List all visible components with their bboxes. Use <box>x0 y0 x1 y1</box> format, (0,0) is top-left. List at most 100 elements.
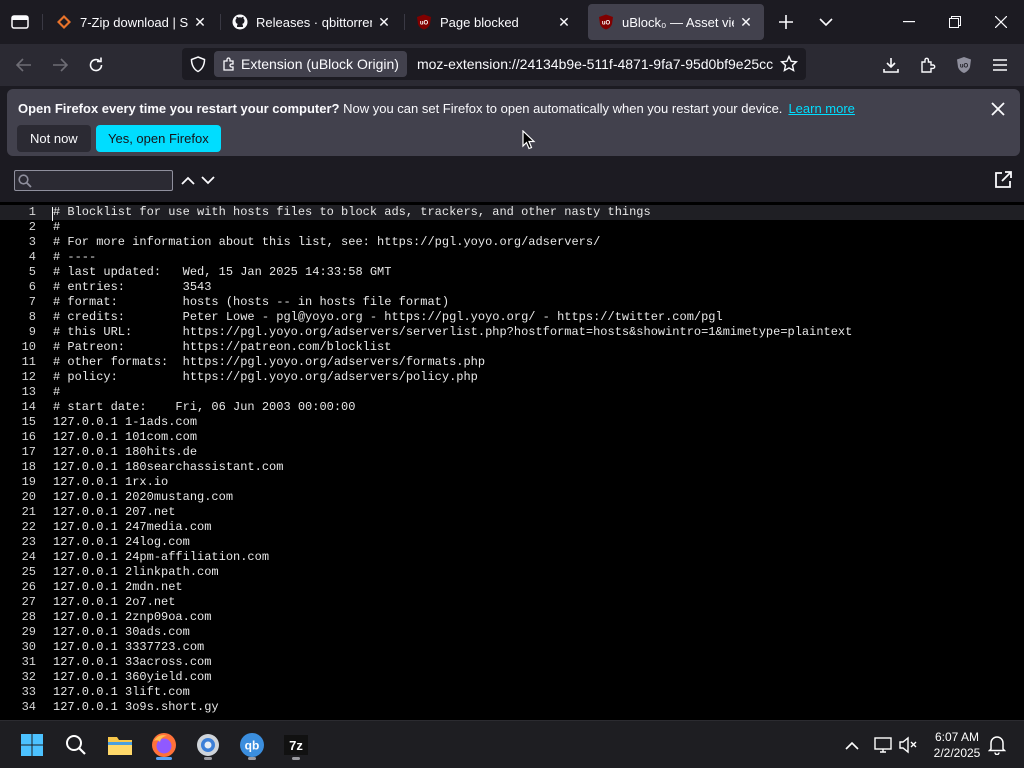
search-field[interactable] <box>14 170 173 191</box>
open-in-new-tab-button[interactable] <box>992 169 1014 191</box>
taskbar: qb 7z 6:07 AM 2/2/2025 <box>0 720 1024 768</box>
line-number: 6 <box>28 280 36 294</box>
back-button[interactable] <box>9 50 39 80</box>
network-status[interactable] <box>871 733 895 757</box>
line-number: 7 <box>28 295 36 309</box>
notification-message: Open Firefox every time you restart your… <box>18 101 855 116</box>
tab-page-blocked[interactable]: uO Page blocked ✕ <box>406 4 582 40</box>
code-line[interactable]: 17 127.0.0.1 180hits.de <box>0 445 1024 460</box>
code-line[interactable]: 21 127.0.0.1 207.net <box>0 505 1024 520</box>
code-line[interactable]: 20 127.0.0.1 2020mustang.com <box>0 490 1024 505</box>
code-line[interactable]: 34 127.0.0.1 3o9s.short.gy <box>0 700 1024 715</box>
find-previous-button[interactable] <box>179 171 197 189</box>
taskbar-search-button[interactable] <box>58 727 94 763</box>
code-line[interactable]: 29 127.0.0.1 30ads.com <box>0 625 1024 640</box>
learn-more-link[interactable]: Learn more <box>788 101 854 116</box>
code-line[interactable]: 11 # other formats: https://pgl.yoyo.org/… <box>0 355 1024 370</box>
star-icon[interactable] <box>780 55 798 73</box>
restore-button[interactable] <box>932 0 978 44</box>
search-input[interactable] <box>37 172 167 189</box>
code-line[interactable]: 30 127.0.0.1 3337723.com <box>0 640 1024 655</box>
code-line[interactable]: 26 127.0.0.1 2mdn.net <box>0 580 1024 595</box>
code-line[interactable]: 18 127.0.0.1 180searchassistant.com <box>0 460 1024 475</box>
close-icon[interactable]: ✕ <box>376 14 392 31</box>
line-text: # this URL: https://pgl.yoyo.org/adserve… <box>53 325 853 339</box>
close-icon[interactable]: ✕ <box>192 14 208 31</box>
menu-button[interactable] <box>985 50 1015 80</box>
code-line[interactable]: 16 127.0.0.1 101com.com <box>0 430 1024 445</box>
taskbar-qbittorrent[interactable]: qb <box>234 727 270 763</box>
code-line[interactable]: 5 # last updated: Wed, 15 Jan 2025 14:33:… <box>0 265 1024 280</box>
new-tab-button[interactable] <box>772 8 800 36</box>
code-line[interactable]: 15 127.0.0.1 1-1ads.com <box>0 415 1024 430</box>
minimize-button[interactable] <box>886 0 932 44</box>
code-line[interactable]: 10 # Patreon: https://patreon.com/blockli… <box>0 340 1024 355</box>
line-number: 3 <box>28 235 36 249</box>
tracking-protection-icon[interactable] <box>190 56 206 73</box>
code-line[interactable]: 19 127.0.0.1 1rx.io <box>0 475 1024 490</box>
code-line[interactable]: 1 # Blocklist for use with hosts files to… <box>0 205 1024 221</box>
mouse-pointer-icon <box>522 130 536 150</box>
notification-close-button[interactable] <box>988 99 1008 119</box>
code-line[interactable]: 7 # format: hosts (hosts -- in hosts file… <box>0 295 1024 310</box>
code-line[interactable]: 2 # <box>0 220 1024 235</box>
system-clock[interactable]: 6:07 AM 2/2/2025 <box>922 729 992 761</box>
code-line[interactable]: 14 # start date: Fri, 06 Jun 2003 00:00:0… <box>0 400 1024 415</box>
identity-box[interactable]: Extension (uBlock Origin) <box>214 51 407 77</box>
restore-icon <box>949 16 961 28</box>
firefox-view-button[interactable] <box>0 0 40 44</box>
code-line[interactable]: 13 # <box>0 385 1024 400</box>
extensions-button[interactable] <box>913 50 943 80</box>
code-line[interactable]: 8 # credits: Peter Lowe - pgl@yoyo.org - … <box>0 310 1024 325</box>
code-line[interactable]: 4 # ---- <box>0 250 1024 265</box>
code-line[interactable]: 28 127.0.0.1 2znp09oa.com <box>0 610 1024 625</box>
close-icon[interactable]: ✕ <box>556 14 572 31</box>
code-line[interactable]: 6 # entries: 3543 <box>0 280 1024 295</box>
download-icon <box>883 58 899 73</box>
close-window-button[interactable] <box>978 0 1024 44</box>
taskbar-app[interactable] <box>190 727 226 763</box>
forward-button[interactable] <box>45 50 75 80</box>
code-line[interactable]: 24 127.0.0.1 24pm-affiliation.com <box>0 550 1024 565</box>
7zip-favicon <box>56 14 72 30</box>
code-line[interactable]: 12 # policy: https://pgl.yoyo.org/adserve… <box>0 370 1024 385</box>
start-button[interactable] <box>14 727 50 763</box>
code-line[interactable]: 31 127.0.0.1 33across.com <box>0 655 1024 670</box>
volume-status[interactable] <box>896 733 920 757</box>
reload-button[interactable] <box>81 50 111 80</box>
close-icon[interactable]: ✕ <box>738 14 754 31</box>
code-line[interactable]: 33 127.0.0.1 3lift.com <box>0 685 1024 700</box>
code-line[interactable]: 23 127.0.0.1 24log.com <box>0 535 1024 550</box>
code-line[interactable]: 9 # this URL: https://pgl.yoyo.org/adserv… <box>0 325 1024 340</box>
ublock-toolbar-button[interactable]: uO <box>949 50 979 80</box>
taskbar-7zip[interactable]: 7z <box>278 727 314 763</box>
taskbar-file-explorer[interactable] <box>102 727 138 763</box>
line-number: 32 <box>21 670 36 684</box>
code-line[interactable]: 27 127.0.0.1 2o7.net <box>0 595 1024 610</box>
code-viewer[interactable]: 1 # Blocklist for use with hosts files to… <box>0 202 1024 720</box>
search-icon <box>66 735 86 755</box>
not-now-button[interactable]: Not now <box>17 125 91 152</box>
line-text: 127.0.0.1 360yield.com <box>53 670 212 684</box>
code-line[interactable]: 3 # For more information about this list,… <box>0 235 1024 250</box>
url-text[interactable]: moz-extension://24134b9e-511f-4871-9fa7-… <box>417 56 783 72</box>
downloads-button[interactable] <box>876 50 906 80</box>
code-line[interactable]: 32 127.0.0.1 360yield.com <box>0 670 1024 685</box>
tab-7zip[interactable]: 7-Zip download | Sourc ✕ <box>46 4 218 40</box>
line-number: 14 <box>21 400 36 414</box>
find-next-button[interactable] <box>199 171 217 189</box>
network-icon <box>874 737 892 753</box>
url-bar[interactable]: Extension (uBlock Origin) moz-extension:… <box>182 48 806 80</box>
tab-strip: 7-Zip download | Sourc ✕ Releases · qbit… <box>0 0 1024 44</box>
code-line[interactable]: 22 127.0.0.1 247media.com <box>0 520 1024 535</box>
code-line[interactable]: 25 127.0.0.1 2linkpath.com <box>0 565 1024 580</box>
file-explorer-icon <box>108 737 132 755</box>
taskbar-firefox[interactable] <box>146 727 182 763</box>
line-number: 22 <box>21 520 36 534</box>
list-all-tabs-button[interactable] <box>812 8 840 36</box>
notifications-button[interactable] <box>985 733 1009 757</box>
yes-open-firefox-button[interactable]: Yes, open Firefox <box>96 125 221 152</box>
show-hidden-icons-button[interactable] <box>840 733 864 757</box>
tab-github-releases[interactable]: Releases · qbittorrent/q ✕ <box>222 4 402 40</box>
tab-asset-viewer[interactable]: uO uBlock₀ — Asset viewer ✕ <box>588 4 764 40</box>
